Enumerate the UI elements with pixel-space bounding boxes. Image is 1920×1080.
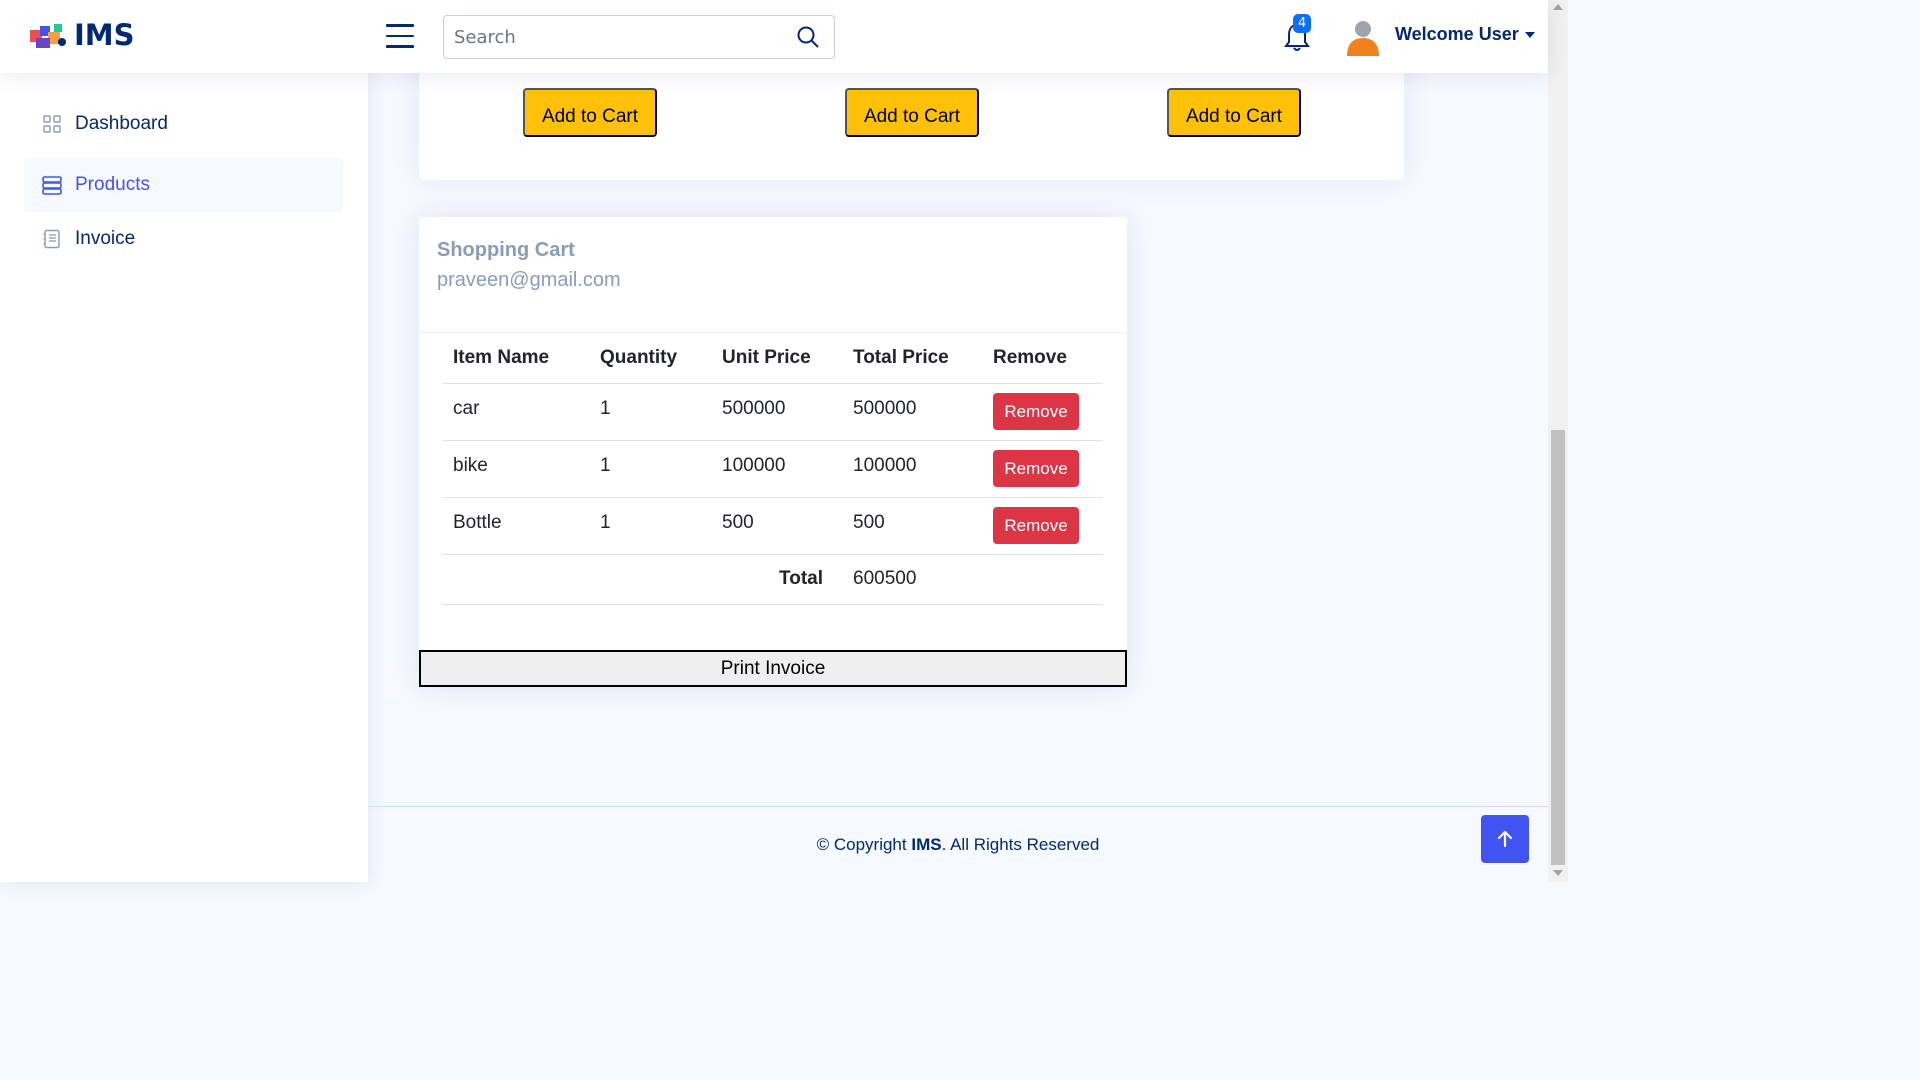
sidebar-item-label: Invoice [75, 228, 136, 249]
remove-cell: Remove [983, 383, 1103, 441]
column-header: Total Price [843, 333, 983, 384]
search-icon[interactable] [788, 17, 828, 57]
sidebar-item-label: Dashboard [75, 113, 168, 134]
layers-icon [42, 176, 62, 195]
footer: © Copyright IMS. All Rights Reserved [368, 806, 1548, 882]
sidebar-item-products[interactable]: Products [24, 158, 343, 212]
back-to-top-button[interactable] [1481, 815, 1529, 863]
empty-cell [983, 554, 1103, 605]
scroll-up-arrow-icon[interactable] [1553, 4, 1563, 10]
journal-text-icon [43, 229, 60, 249]
item-total-price: 500000 [843, 383, 983, 441]
item-name: bike [443, 440, 590, 498]
total-row: Total 600500 [443, 554, 1103, 605]
notification-badge: 4 [1293, 14, 1312, 33]
copyright-suffix: . All Rights Reserved [941, 835, 1100, 854]
scrollbar-thumb[interactable] [1551, 430, 1565, 865]
item-unit-price: 500 [712, 497, 843, 555]
table-row: bike 1 100000 100000 Remove [443, 440, 1103, 498]
add-to-cart-button[interactable]: Add to Cart [523, 88, 657, 137]
item-quantity: 1 [590, 497, 712, 555]
sidebar-item-dashboard[interactable]: Dashboard [24, 97, 343, 151]
search-input[interactable] [444, 16, 788, 58]
item-quantity: 1 [590, 440, 712, 498]
remove-button[interactable]: Remove [993, 507, 1079, 544]
cart-table: Item Name Quantity Unit Price Total Pric… [443, 333, 1103, 605]
top-header: IMS 4 Welcome User [0, 0, 1548, 73]
item-name: car [443, 383, 590, 441]
print-invoice-button[interactable]: Print Invoice [419, 650, 1127, 687]
column-header: Item Name [443, 333, 590, 384]
brand-logo[interactable]: IMS [26, 18, 135, 52]
remove-cell: Remove [983, 497, 1103, 555]
shopping-cart-card: Shopping Cart praveen@gmail.com Item Nam… [419, 217, 1127, 687]
logo-icon [30, 24, 66, 48]
user-menu-label: Welcome User [1395, 24, 1519, 44]
item-name: Bottle [443, 497, 590, 555]
remove-button[interactable]: Remove [993, 393, 1079, 430]
menu-bar [386, 34, 414, 37]
table-row: car 1 500000 500000 Remove [443, 383, 1103, 441]
column-header: Unit Price [712, 333, 843, 384]
total-label: Total [443, 554, 843, 605]
remove-button[interactable]: Remove [993, 450, 1079, 487]
grid-icon [43, 115, 61, 133]
item-total-price: 100000 [843, 440, 983, 498]
total-value: 600500 [843, 554, 983, 605]
copyright-text: © Copyright IMS. All Rights Reserved [368, 835, 1548, 855]
page-scrollbar[interactable] [1548, 0, 1568, 882]
item-total-price: 500 [843, 497, 983, 555]
sidebar: Dashboard Products Invoice [0, 73, 368, 882]
add-to-cart-button[interactable]: Add to Cart [1167, 88, 1301, 137]
remove-cell: Remove [983, 440, 1103, 498]
item-unit-price: 100000 [712, 440, 843, 498]
chevron-down-icon [1524, 31, 1535, 38]
menu-bar [386, 24, 414, 27]
user-menu[interactable]: Welcome User [1395, 24, 1535, 45]
table-header-row: Item Name Quantity Unit Price Total Pric… [443, 333, 1103, 384]
avatar[interactable] [1345, 18, 1381, 56]
brand-name: IMS [74, 18, 135, 52]
column-header: Quantity [590, 333, 712, 384]
copyright-brand: IMS [911, 835, 942, 854]
table-row: Bottle 1 500 500 Remove [443, 497, 1103, 555]
add-to-cart-button[interactable]: Add to Cart [845, 88, 979, 137]
cart-title: Shopping Cart [437, 239, 575, 261]
sidebar-toggle-button[interactable] [386, 24, 414, 48]
scroll-down-arrow-icon[interactable] [1553, 870, 1563, 876]
item-unit-price: 500000 [712, 383, 843, 441]
customer-email: praveen@gmail.com [437, 269, 621, 291]
item-quantity: 1 [590, 383, 712, 441]
menu-bar [386, 45, 414, 48]
arrow-up-icon [1497, 830, 1513, 848]
column-header: Remove [983, 333, 1103, 384]
sidebar-item-invoice[interactable]: Invoice [24, 212, 343, 266]
search-bar [443, 15, 835, 59]
copyright-prefix: © Copyright [816, 835, 912, 854]
sidebar-item-label: Products [75, 174, 150, 195]
